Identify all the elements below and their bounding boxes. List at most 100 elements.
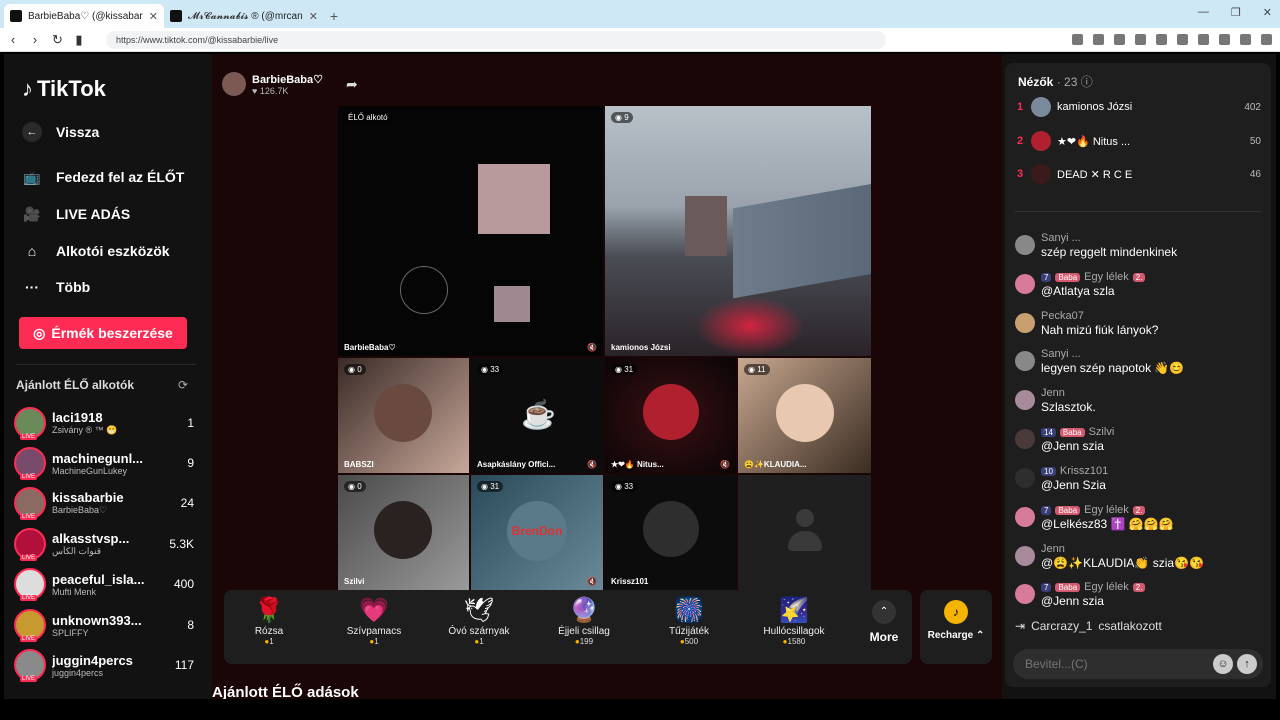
close-window-icon[interactable]: ✕	[1263, 6, 1272, 19]
reload-icon[interactable]: ↻	[52, 32, 63, 48]
guest-video[interactable]: ◉ 33 Krissz101	[605, 475, 736, 590]
creator-item[interactable]: LIVE kissabarbie BarbieBaba♡ 24	[14, 484, 194, 522]
sidebar-item-more[interactable]: ··· Több	[22, 277, 90, 297]
refresh-icon[interactable]: ⟳	[178, 378, 188, 392]
mic-off-icon: 🔇	[587, 460, 597, 469]
chat-username: Sanyi ...	[1041, 232, 1081, 244]
gift-item[interactable]: 💗 Szívpamacs ●1	[329, 596, 419, 646]
creator-item[interactable]: LIVE laci1918 Zsivány ® ™ 😁 1	[14, 404, 194, 442]
extension-icon[interactable]	[1156, 34, 1167, 45]
restore-icon[interactable]: ❐	[1231, 6, 1241, 19]
avatar	[1015, 274, 1035, 294]
get-coins-button[interactable]: ◎ Érmék beszerzése	[19, 317, 187, 349]
new-tab-icon[interactable]: +	[324, 8, 344, 24]
back-link[interactable]: ← Vissza	[22, 122, 99, 142]
extension-icon[interactable]	[1135, 34, 1146, 45]
guest-video-main[interactable]: ◉ 9 kamionos Józsi	[605, 106, 871, 356]
guest-video[interactable]: ☕ ◉ 33 Asapkáslány Offici... 🔇	[471, 358, 603, 473]
creator-item[interactable]: LIVE alkasstvsp... قنوات الكأس 5.3K	[14, 525, 194, 563]
recharge-button[interactable]: ♪ Recharge ⌃	[920, 590, 992, 664]
back-icon[interactable]: ‹	[8, 32, 18, 47]
chat-message[interactable]: Pecka07 Nah mizú fiúk lányok?	[1015, 309, 1261, 339]
extension-icon[interactable]	[1198, 34, 1209, 45]
viewer-name: DEAD ✕ R C E	[1057, 168, 1133, 181]
gift-item[interactable]: 🎆 Tűzijáték ●500	[644, 596, 734, 646]
guest-video[interactable]: ◉ 0 Szilvi	[338, 475, 469, 590]
gift-bar: 🌹 Rózsa ●1 💗 Szívpamacs ●1 🕊 Óvó szárnya…	[224, 590, 912, 664]
guest-name: BABSZI	[344, 460, 374, 469]
creator-item[interactable]: LIVE machinegunl... MachineGunLukey 9	[14, 444, 194, 482]
help-icon[interactable]: ⓘ	[1081, 75, 1093, 89]
chat-message[interactable]: 7 Baba Egy lélek 2. @Lelkész83 ✝️ 🤗🤗🤗	[1015, 503, 1261, 533]
browser-tab[interactable]: BarbieBaba♡ (@kissabarbie) ✕	[4, 4, 164, 28]
host-video[interactable]: ÉLŐ alkotó BarbieBaba♡ 🔇	[338, 106, 603, 356]
more-gifts-button[interactable]: ⌃ More	[860, 600, 908, 644]
live-badge: LIVE	[20, 595, 38, 601]
video-frame	[494, 286, 530, 322]
chat-username: Egy lélek	[1084, 504, 1129, 516]
chat-message[interactable]: 14 Baba Szilvi @Jenn szia	[1015, 425, 1261, 455]
share-icon[interactable]: ➦	[346, 76, 358, 93]
avatar	[1031, 131, 1051, 151]
extension-icon[interactable]	[1219, 34, 1230, 45]
gift-item[interactable]: 🌹 Rózsa ●1	[224, 596, 314, 646]
sidebar-item-explore-live[interactable]: 📺 Fedezd fel az ÉLŐT	[22, 167, 184, 187]
menu-icon[interactable]	[1261, 34, 1272, 45]
gift-item[interactable]: 🔮 Éjjeli csillag ●199	[539, 596, 629, 646]
chat-message[interactable]: Sanyi ... legyen szép napotok 👋😊	[1015, 347, 1261, 377]
chat-message[interactable]: 7 Baba Egy lélek 2. @Jenn szia	[1015, 580, 1261, 610]
chevron-up-icon: ⌃	[872, 600, 896, 624]
guest-video[interactable]: BrenDon ◉ 31 🔇	[471, 475, 603, 590]
viewer-row[interactable]: 1 kamionos Józsi 402	[1017, 93, 1261, 121]
guest-score: ◉ 9	[611, 112, 633, 123]
empty-guest-slot[interactable]	[738, 475, 871, 590]
guest-video[interactable]: ◉ 11 😩✨KLAUDIA...	[738, 358, 871, 473]
viewer-row[interactable]: 3 DEAD ✕ R C E 46	[1017, 160, 1261, 188]
close-tab-icon[interactable]: ✕	[149, 10, 158, 23]
avatar	[643, 384, 699, 440]
forward-icon[interactable]: ›	[30, 32, 40, 47]
send-icon[interactable]: ↑	[1237, 654, 1257, 674]
viewers-title: Nézők · 23 ⓘ	[1018, 75, 1093, 89]
url-field[interactable]: https://www.tiktok.com/@kissabarbie/live	[106, 30, 886, 49]
gift-name: Éjjeli csillag	[558, 626, 610, 637]
viewers-count: 23	[1064, 75, 1078, 89]
viewer-row[interactable]: 2 ★❤🔥 Nitus ... 50	[1017, 127, 1261, 155]
minimize-icon[interactable]: —	[1198, 6, 1209, 19]
gift-item[interactable]: 🕊 Óvó szárnyak ●1	[434, 596, 524, 646]
creator-item[interactable]: LIVE juggin4percs juggin4percs 117	[14, 646, 194, 684]
creator-item[interactable]: LIVE peaceful_isla... Mufti Menk 400	[14, 565, 194, 603]
gift-item[interactable]: 🌠 Hullócsillagok ●1580	[749, 596, 839, 646]
chat-message[interactable]: 7 Baba Egy lélek 2. @Atlatya szla	[1015, 270, 1261, 300]
level-badge: 10	[1041, 466, 1056, 476]
extension-icon[interactable]	[1114, 34, 1125, 45]
chevron-up-icon: ⌃	[975, 630, 985, 641]
chat-message[interactable]: 10 Krissz101 @Jenn Szia	[1015, 464, 1261, 494]
bookmark-icon[interactable]: ▮	[74, 32, 84, 48]
guest-video[interactable]: ◉ 31 ★❤🔥 Nitus... 🔇	[605, 358, 736, 473]
extension-icon[interactable]	[1240, 34, 1251, 45]
heart-icon: ♥	[252, 85, 258, 96]
tiktok-logo[interactable]: ♪ TikTok	[22, 76, 106, 102]
chat-message[interactable]: Sanyi ... szép reggelt mindenkinek	[1015, 231, 1261, 261]
sidebar-item-go-live[interactable]: 🎥 LIVE ADÁS	[22, 204, 130, 224]
fan-badge: Baba	[1059, 427, 1085, 437]
emoji-icon[interactable]: ☺	[1213, 654, 1233, 674]
browser-tab[interactable]: 𝓜𝓻𝓒𝓪𝓷𝓷𝓪𝓫𝓲𝓼 ® (@mrcannabis) ✕	[164, 4, 324, 28]
extension-icon[interactable]	[1177, 34, 1188, 45]
rank-badge: 2.	[1132, 582, 1146, 592]
creator-subtitle: SPLIFFY	[52, 627, 89, 638]
guest-video[interactable]: ◉ 0 BABSZI	[338, 358, 469, 473]
guest-score: ◉ 33	[477, 364, 504, 375]
close-tab-icon[interactable]: ✕	[309, 10, 318, 23]
creator-item[interactable]: LIVE unknown393... SPLIFFY 8	[14, 606, 194, 644]
multi-guest-grid: ÉLŐ alkotó BarbieBaba♡ 🔇 ◉ 9 kamionos Jó…	[338, 106, 871, 590]
extension-icon[interactable]	[1093, 34, 1104, 45]
chat-input[interactable]	[1025, 657, 1209, 671]
gift-price: 500	[684, 637, 699, 646]
sidebar-item-creator-tools[interactable]: ⌂ Alkotói eszközök	[22, 241, 170, 261]
host-header[interactable]: BarbieBaba♡ ♥ 126.7K	[222, 72, 323, 96]
chat-message[interactable]: Jenn @😩✨KLAUDIA👏 szia😘😘	[1015, 542, 1261, 572]
chat-message[interactable]: Jenn Szlasztok.	[1015, 386, 1261, 416]
extension-icon[interactable]	[1072, 34, 1083, 45]
